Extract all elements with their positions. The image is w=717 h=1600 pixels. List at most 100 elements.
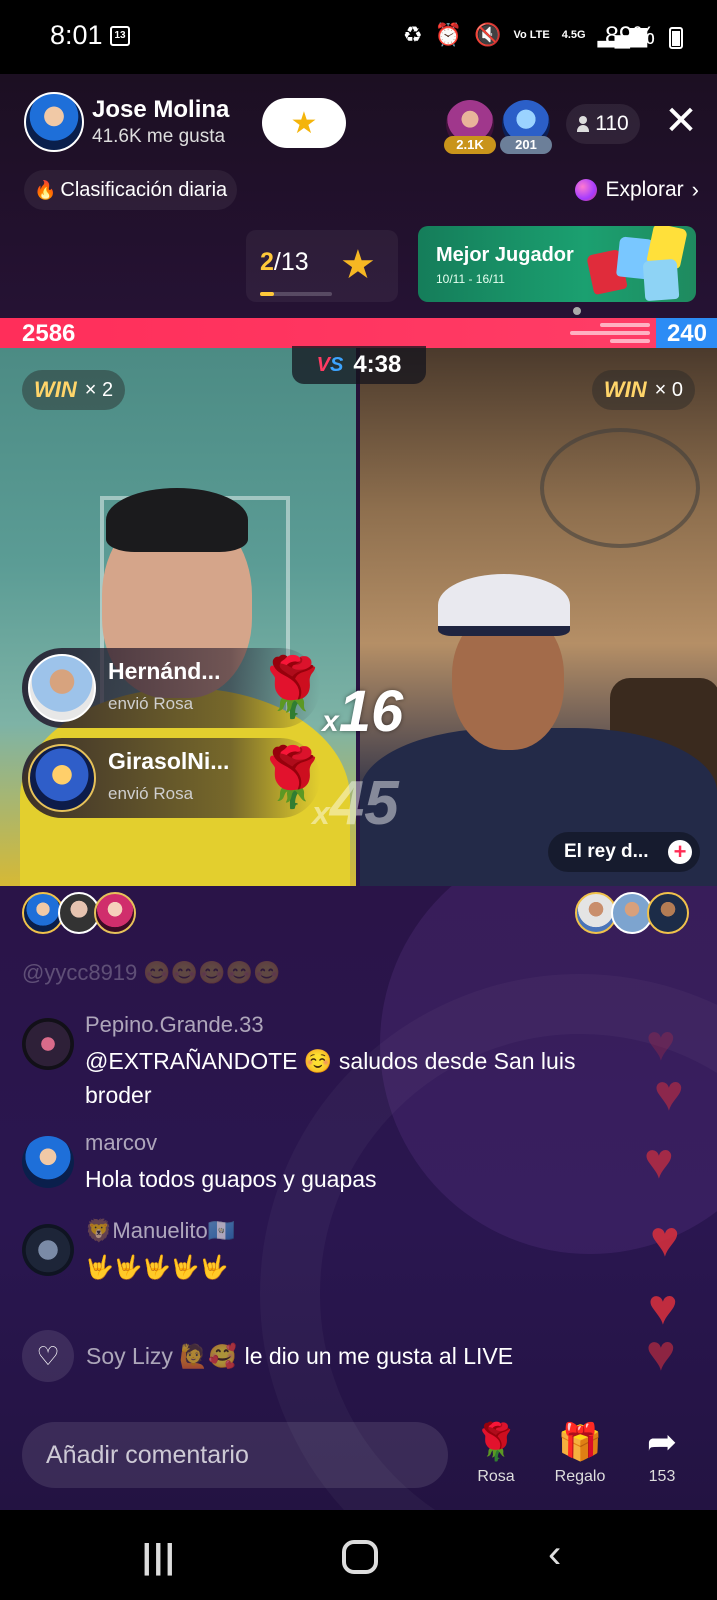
recent-apps-button[interactable]: |||: [142, 1538, 177, 1577]
explore-button[interactable]: Explorar ›: [575, 170, 699, 210]
gift-notification[interactable]: GirasolNi... envió Rosa 🌹: [22, 738, 328, 818]
alarm-icon: ⏰: [434, 22, 463, 47]
like-text: le dio un me gusta al LIVE: [244, 1342, 514, 1369]
vs-icon: VS: [316, 353, 344, 376]
battle-score-left: 2586: [22, 320, 76, 347]
win-label: WIN: [34, 377, 77, 402]
top-viewer-avatar[interactable]: 201: [500, 100, 552, 154]
back-button[interactable]: ‹: [548, 1532, 561, 1577]
chat-username[interactable]: marcov: [85, 1130, 157, 1156]
rose-button[interactable]: 🌹 Rosa: [460, 1420, 532, 1486]
opponent-tag[interactable]: El rey d... +: [548, 832, 700, 872]
gift-notification[interactable]: Hernánd... envió Rosa 🌹: [22, 648, 328, 728]
mute-icon: 🔇: [474, 22, 502, 47]
speed-streak-icon: [560, 321, 651, 345]
viewer-count[interactable]: 110: [566, 104, 640, 144]
best-player-title: Mejor Jugador: [436, 244, 574, 266]
best-player-dates: 10/11 - 16/11: [436, 272, 505, 286]
chevron-right-icon: ›: [691, 177, 699, 202]
daily-ranking-label: Clasificación diaria: [60, 178, 228, 201]
daily-ranking-button[interactable]: 🔥 Clasificación diaria: [24, 170, 238, 210]
win-streak-left: WIN × 2: [22, 370, 126, 410]
follow-opponent-button[interactable]: +: [668, 840, 692, 864]
gift-sender-avatar[interactable]: [28, 654, 96, 722]
chat-message-faded: @yycc8919 😊😊😊😊😊: [22, 960, 281, 985]
comment-input[interactable]: Añadir comentario: [22, 1422, 448, 1488]
top-viewer-badge: 201: [500, 136, 552, 154]
gift-action: envió Rosa: [108, 694, 194, 713]
chat-text: @EXTRAÑANDOTE ☺️ saludos desde San luis …: [85, 1048, 576, 1108]
host-likes: 41.6K me gusta: [92, 126, 226, 147]
gift-sender-name: Hernánd...: [108, 658, 221, 684]
floating-heart-icon: ♥: [644, 1133, 674, 1189]
gift-action: envió Rosa: [108, 784, 194, 803]
supporter-avatar[interactable]: [94, 892, 136, 934]
opponent-supporters[interactable]: [575, 892, 689, 934]
jersey-icon: [642, 258, 680, 302]
gift-icon: 🎁: [557, 1421, 603, 1462]
top-viewer-avatar[interactable]: 2.1K: [444, 100, 496, 154]
match-round-card[interactable]: 2/13 ★: [246, 230, 398, 302]
follow-button[interactable]: ★: [262, 98, 346, 148]
floating-heart-icon: ♥: [654, 1065, 684, 1121]
home-button[interactable]: [342, 1540, 378, 1574]
share-count: 153: [648, 1468, 676, 1485]
calendar-icon: 13: [110, 26, 130, 46]
explore-label: Explorar: [605, 178, 684, 201]
round-progress: [260, 292, 332, 296]
battery-percent: 89%: [604, 22, 655, 50]
planet-icon: [575, 179, 598, 201]
supporter-avatar[interactable]: [647, 892, 689, 934]
win-count-right: × 0: [654, 378, 683, 401]
opponent-cap: [438, 574, 570, 636]
host-hair: [106, 488, 248, 552]
system-nav-bar: ||| ‹: [0, 1510, 717, 1600]
viewer-count-value: 110: [595, 112, 629, 135]
rose-icon: 🌹: [473, 1421, 519, 1462]
host-info[interactable]: Jose Molina 41.6K me gusta: [24, 92, 229, 152]
gift-combo-count: x16: [322, 679, 404, 744]
win-streak-right: WIN × 0: [591, 370, 695, 410]
gift-sender-avatar[interactable]: [28, 744, 96, 812]
status-time: 8:01: [50, 20, 103, 50]
chat-avatar[interactable]: [22, 1136, 74, 1188]
best-player-banner[interactable]: Mejor Jugador 10/11 - 16/11: [418, 226, 696, 302]
battery-saver-icon: ♻: [402, 22, 423, 47]
top-viewers[interactable]: 2.1K 201: [444, 100, 552, 154]
round-counter: 2/13: [260, 248, 309, 277]
volte-icon: Vo LTE: [513, 28, 550, 41]
live-stream: Jose Molina 41.6K me gusta ★ 2.1K 201 11…: [0, 74, 717, 1510]
person-icon: [577, 116, 590, 132]
opponent-video[interactable]: [360, 348, 717, 886]
gift-combo-count: x45: [312, 769, 399, 838]
wall-decoration: [540, 428, 700, 548]
host-supporters[interactable]: [22, 892, 136, 934]
chat-text: Hola todos guapos y guapas: [85, 1166, 377, 1192]
round-total: /13: [273, 248, 309, 276]
share-button[interactable]: ➦ 153: [626, 1420, 698, 1486]
gift-sender-name: GirasolNi...: [108, 748, 230, 774]
banner-page-indicator: [573, 307, 581, 315]
chat-avatar[interactable]: [22, 1018, 74, 1070]
gift-button[interactable]: 🎁 Regalo: [544, 1420, 616, 1486]
flame-icon: 🔥: [34, 179, 57, 200]
gift-label: Regalo: [554, 1468, 606, 1485]
battle-score-right: 240: [666, 320, 707, 347]
heart-icon: ♡: [22, 1330, 74, 1382]
chat-avatar[interactable]: [22, 1224, 74, 1276]
battle-timer: VS 4:38: [292, 346, 426, 384]
network-type: 4.5G: [561, 28, 586, 41]
floating-heart-icon: ♥: [650, 1211, 680, 1267]
floating-heart-icon: ♥: [646, 1015, 676, 1071]
host-name: Jose Molina: [92, 96, 230, 123]
battle-score-left-fill: 2586: [0, 318, 657, 348]
host-avatar[interactable]: [24, 92, 84, 152]
top-viewer-badge: 2.1K: [444, 136, 496, 154]
rose-icon: 🌹: [256, 655, 329, 720]
like-username[interactable]: Soy Lizy 🙋🥰: [86, 1343, 237, 1370]
like-event: ♡ Soy Lizy 🙋🥰 le dio un me gusta al LIVE: [22, 1330, 513, 1382]
close-button[interactable]: ✕: [664, 101, 698, 141]
chat-username[interactable]: 🦁Manuelito🇬🇹: [85, 1218, 235, 1244]
win-count-left: × 2: [84, 378, 114, 401]
chat-username[interactable]: Pepino.Grande.33: [85, 1012, 264, 1038]
